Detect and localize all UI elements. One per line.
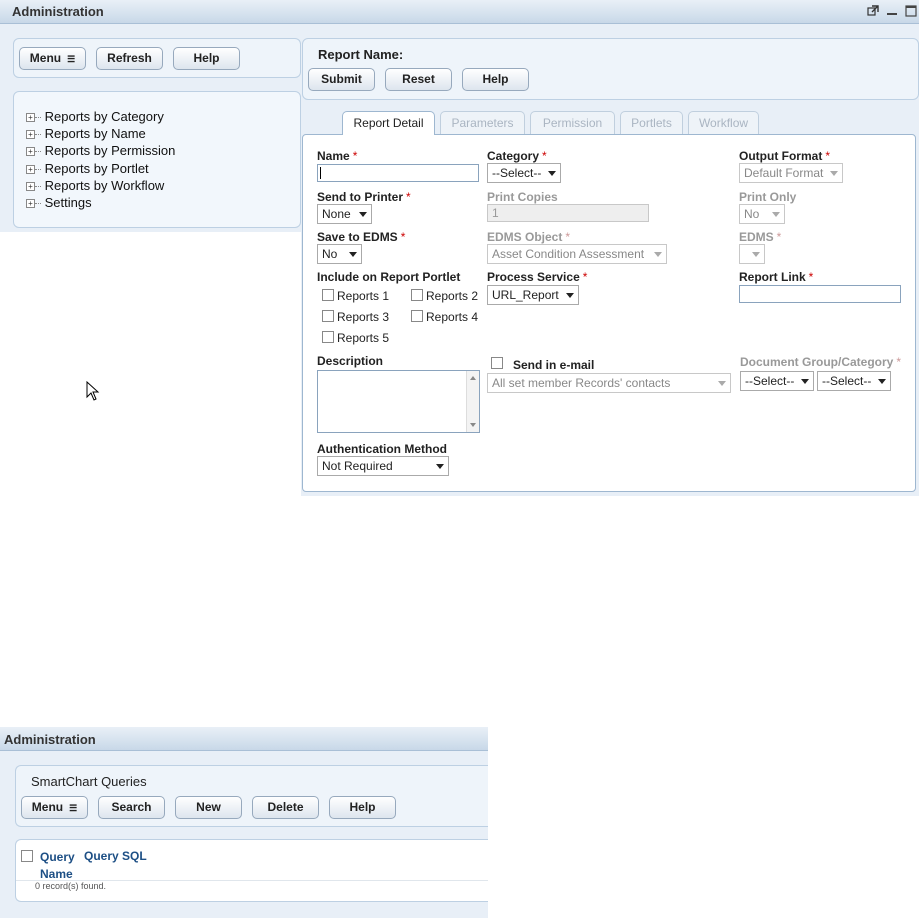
report-detail-panel xyxy=(302,134,916,492)
reports-3-label: Reports 3 xyxy=(337,310,390,324)
refresh-button[interactable]: Refresh xyxy=(96,47,163,70)
reports-1-checkbox[interactable] xyxy=(322,289,334,301)
new-button[interactable]: New xyxy=(175,796,242,819)
name-input[interactable] xyxy=(317,164,479,182)
print-copies-label: Print Copies xyxy=(487,190,558,204)
description-label: Description xyxy=(317,354,384,368)
tab-permission[interactable]: Permission xyxy=(530,111,615,134)
send-email-select: All set member Records' contacts xyxy=(487,373,731,393)
expand-icon[interactable]: + xyxy=(26,113,35,122)
tab-parameters[interactable]: Parameters xyxy=(440,111,525,134)
auth-method-select[interactable]: Not Required xyxy=(317,456,449,476)
process-service-select[interactable]: URL_Report xyxy=(487,285,579,305)
reports-4-label: Reports 4 xyxy=(426,310,479,324)
bottom-help-button[interactable]: Help xyxy=(329,796,396,819)
popout-icon[interactable] xyxy=(867,5,879,17)
tab-report-detail[interactable]: Report Detail xyxy=(342,111,435,135)
submit-button[interactable]: Submit xyxy=(308,68,375,91)
hamburger-arrow-icon: ☰ xyxy=(69,803,78,813)
tree-item-label: Settings xyxy=(44,195,92,210)
tab-workflow[interactable]: Workflow xyxy=(688,111,759,134)
mouse-cursor-icon xyxy=(86,381,100,401)
reports-5-label: Reports 5 xyxy=(337,331,390,345)
menu-button[interactable]: Menu ☰ xyxy=(19,47,86,70)
hamburger-arrow-icon: ☰ xyxy=(67,54,76,64)
maximize-icon[interactable] xyxy=(905,5,917,17)
search-button[interactable]: Search xyxy=(98,796,165,819)
send-to-printer-select[interactable]: None xyxy=(317,204,372,224)
smartchart-panel-title: SmartChart Queries xyxy=(31,774,147,789)
help-button[interactable]: Help xyxy=(173,47,240,70)
expand-icon[interactable]: + xyxy=(26,147,35,156)
include-portlet-label: Include on Report Portlet xyxy=(317,270,461,284)
bottom-menu-button[interactable]: Menu ☰ xyxy=(21,796,88,819)
column-query-name[interactable]: Query Name xyxy=(40,849,80,883)
column-query-sql[interactable]: Query SQL xyxy=(84,849,147,863)
tree-item-reports-by-portlet[interactable]: + Reports by Portlet xyxy=(26,161,149,177)
report-name-label: Report Name: xyxy=(318,47,404,62)
report-help-button[interactable]: Help xyxy=(462,68,529,91)
auth-method-label: Authentication Method xyxy=(317,442,447,456)
name-label: Name * xyxy=(317,149,358,163)
bottom-window-title: Administration xyxy=(4,732,96,747)
expand-icon[interactable]: + xyxy=(26,165,35,174)
edms-select xyxy=(739,244,765,264)
minimize-icon[interactable] xyxy=(886,5,898,17)
select-all-checkbox[interactable] xyxy=(21,850,33,862)
process-service-label: Process Service * xyxy=(487,270,588,284)
category-label: Category * xyxy=(487,149,547,163)
save-to-edms-select[interactable]: No xyxy=(317,244,362,264)
output-format-label: Output Format * xyxy=(739,149,830,163)
reports-3-checkbox[interactable] xyxy=(322,310,334,322)
tree-item-reports-by-permission[interactable]: + Reports by Permission xyxy=(26,143,175,159)
tab-portlets[interactable]: Portlets xyxy=(620,111,683,134)
tree-item-reports-by-workflow[interactable]: + Reports by Workflow xyxy=(26,178,164,194)
expand-icon[interactable]: + xyxy=(26,199,35,208)
document-group-label: Document Group/Category * xyxy=(740,355,902,369)
tree-item-label: Reports by Permission xyxy=(44,143,176,158)
edms-object-label: EDMS Object * xyxy=(487,230,571,244)
description-textarea[interactable] xyxy=(317,370,480,433)
category-select[interactable]: --Select-- xyxy=(487,163,561,183)
reports-2-checkbox[interactable] xyxy=(411,289,423,301)
records-found-text: 0 record(s) found. xyxy=(35,881,107,891)
expand-icon[interactable]: + xyxy=(26,182,35,191)
tree-item-reports-by-name[interactable]: + Reports by Name xyxy=(26,126,146,142)
print-only-select: No xyxy=(739,204,785,224)
send-email-checkbox[interactable] xyxy=(491,357,503,369)
left-empty-area xyxy=(0,232,301,496)
print-copies-input: 1 xyxy=(487,204,649,222)
save-to-edms-label: Save to EDMS * xyxy=(317,230,406,244)
edms-label: EDMS * xyxy=(739,230,782,244)
menu-label: Menu xyxy=(31,800,64,814)
top-window-titlebar: Administration xyxy=(0,0,919,24)
tree-item-label: Reports by Workflow xyxy=(44,178,165,193)
top-window-title: Administration xyxy=(12,4,104,19)
tree-item-reports-by-category[interactable]: + Reports by Category xyxy=(26,109,164,125)
expand-icon[interactable]: + xyxy=(26,130,35,139)
report-link-label: Report Link * xyxy=(739,270,814,284)
output-format-select[interactable]: Default Format xyxy=(739,163,843,183)
print-only-label: Print Only xyxy=(739,190,797,204)
document-group-select[interactable]: --Select-- xyxy=(740,371,814,391)
edms-object-select: Asset Condition Assessment xyxy=(487,244,667,264)
textarea-scrollbar[interactable] xyxy=(466,371,479,432)
document-category-select[interactable]: --Select-- xyxy=(817,371,891,391)
reports-1-label: Reports 1 xyxy=(337,289,390,303)
send-email-label: Send in e-mail xyxy=(513,358,595,372)
menu-label: Menu xyxy=(29,51,62,65)
reports-5-checkbox[interactable] xyxy=(322,331,334,343)
reports-2-label: Reports 2 xyxy=(426,289,479,303)
reset-button[interactable]: Reset xyxy=(385,68,452,91)
tree-item-label: Reports by Category xyxy=(44,109,164,124)
bottom-window-titlebar: Administration xyxy=(0,727,488,751)
reports-4-checkbox[interactable] xyxy=(411,310,423,322)
tree-item-label: Reports by Name xyxy=(44,126,146,141)
tree-item-label: Reports by Portlet xyxy=(44,161,149,176)
delete-button[interactable]: Delete xyxy=(252,796,319,819)
tree-item-settings[interactable]: + Settings xyxy=(26,195,92,211)
send-to-printer-label: Send to Printer * xyxy=(317,190,411,204)
report-link-input[interactable] xyxy=(739,285,901,303)
